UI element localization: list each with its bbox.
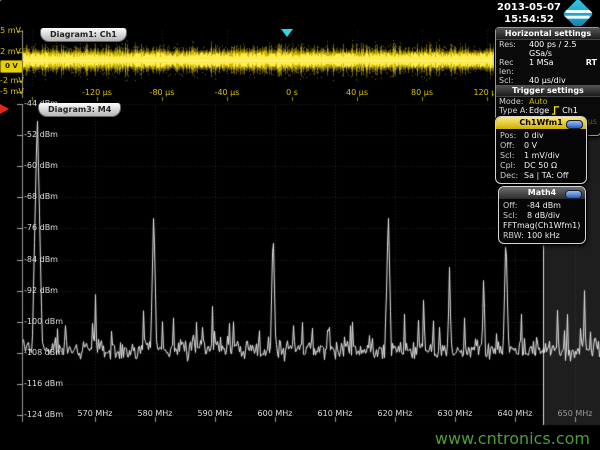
d1-y-label: -5 mV (0, 87, 21, 97)
trigger-position-marker-icon[interactable] (281, 29, 293, 37)
math4-panel: Math4 Off:-84 dBmScl:8 dB/divFFTmag(Ch1W… (498, 186, 586, 244)
d3-x-label-outside: 650 MHz (553, 409, 597, 419)
d1-x-label: -40 µs (205, 88, 249, 98)
ch1wfm1-row-value: DC 50 Ω (524, 161, 557, 170)
ch1wfm1-row-value: 0 div (524, 131, 544, 140)
trigger-mode-row[interactable]: Mode: Auto (496, 97, 600, 106)
d3-x-label: 620 MHz (373, 409, 417, 419)
d1-x-label: 40 µs (335, 88, 379, 98)
ch1wfm1-row-label: Pos: (500, 131, 524, 141)
ch1wfm1-row[interactable]: Cpl:DC 50 Ω (500, 161, 582, 171)
math4-row-label: RBW: (503, 231, 527, 241)
ch1wfm1-row-label: Off: (500, 141, 524, 151)
res-label: Res: (499, 40, 529, 58)
d1-x-label: -120 µs (75, 88, 119, 98)
ch1wfm1-panel-body: Pos:0 divOff:0 VScl:1 mV/divCpl:DC 50 ΩD… (496, 129, 586, 183)
d3-x-label: 580 MHz (133, 409, 177, 419)
d3-y-label: -84 dBm (24, 255, 58, 265)
trigger-mode-value: Auto (529, 97, 548, 106)
tab-diagram1[interactable]: Diagram1: Ch1 (40, 28, 127, 42)
reclen-label: Rec len: (499, 58, 529, 76)
ch1wfm1-row[interactable]: Dec:Sa | TA: Off (500, 171, 582, 181)
ch1wfm1-panel-header[interactable]: Ch1Wfm1 (496, 117, 586, 129)
ch1wfm1-row-value: 0 V (524, 141, 537, 150)
d3-y-label: -60 dBm (24, 161, 58, 171)
math4-row-label: Off: (503, 201, 527, 211)
d3-y-label: -92 dBm (24, 286, 58, 296)
ch1wfm1-row[interactable]: Scl:1 mV/div (500, 151, 582, 161)
math4-row-label: Scl: (503, 211, 527, 221)
math4-row-value: 8 dB/div (527, 211, 560, 220)
scl-label: Scl: (499, 76, 529, 85)
trigger-mode-label: Mode: (499, 97, 529, 106)
ch1-offset-marker[interactable]: 0 V (0, 60, 23, 73)
reclen-value: 1 MSa (529, 58, 554, 76)
d1-y-label: -2 mV (0, 76, 21, 86)
math4-row[interactable]: RBW:100 kHz (503, 231, 581, 241)
math4-row-value: 100 kHz (527, 231, 560, 240)
d3-x-label: 600 MHz (253, 409, 297, 419)
math4-row-value: FFTmag(Ch1Wfm1) (503, 221, 580, 230)
d3-y-label: -124 dBm (24, 410, 63, 420)
ch1wfm1-row-label: Dec: (500, 171, 524, 181)
timescale-row[interactable]: Scl: 40 µs/div (496, 76, 600, 85)
tab-diagram3[interactable]: Diagram3: M4 (38, 103, 121, 117)
d3-y-label: -100 dBm (24, 317, 63, 327)
scl-value: 40 µs/div (529, 76, 566, 85)
watermark-text: www.cntronics.com (435, 429, 590, 448)
d3-y-label: -52 dBm (24, 130, 58, 140)
math4-title: Math4 (528, 188, 556, 197)
header-time: 15:54:52 (492, 14, 566, 25)
math4-panel-body: Off:-84 dBmScl:8 dB/divFFTmag(Ch1Wfm1)RB… (499, 199, 585, 243)
d1-x-label: 0 s (270, 88, 314, 98)
reference-level-marker-icon[interactable] (0, 104, 9, 114)
ch1wfm1-enable-toggle[interactable] (566, 120, 583, 129)
d3-x-label: 630 MHz (433, 409, 477, 419)
header-date: 2013-05-07 (492, 2, 566, 13)
d3-x-label: 570 MHz (73, 409, 117, 419)
d3-y-label: -76 dBm (24, 223, 58, 233)
ch1wfm1-row-value: Sa | TA: Off (524, 171, 568, 180)
d3-y-label: -108 dBm (24, 348, 63, 358)
math4-row-value: -84 dBm (527, 201, 561, 210)
ch1wfm1-row-label: Cpl: (500, 161, 524, 171)
math4-row[interactable]: Scl:8 dB/div (503, 211, 581, 221)
d3-x-label: 610 MHz (313, 409, 357, 419)
math4-panel-header[interactable]: Math4 (499, 187, 585, 199)
ch1wfm1-row[interactable]: Off:0 V (500, 141, 582, 151)
ch1wfm1-panel: Ch1Wfm1 Pos:0 divOff:0 VScl:1 mV/divCpl:… (495, 116, 587, 184)
realtime-badge: RT (586, 58, 597, 76)
d1-y-label: 5 mV (0, 26, 21, 36)
oscilloscope-screen: 2013-05-07 15:54:52 Diagram1: Ch1 Diagra… (0, 0, 600, 450)
d1-x-label: 80 µs (400, 88, 444, 98)
math4-enable-toggle[interactable] (565, 190, 582, 199)
d3-y-label: -68 dBm (24, 192, 58, 202)
ch1wfm1-row[interactable]: Pos:0 div (500, 131, 582, 141)
ch1wfm1-row-value: 1 mV/div (524, 151, 560, 160)
ch1wfm1-row-label: Scl: (500, 151, 524, 161)
math4-row[interactable]: FFTmag(Ch1Wfm1) (503, 221, 581, 231)
d3-x-label: 590 MHz (193, 409, 237, 419)
ch1wfm1-title: Ch1Wfm1 (519, 118, 562, 127)
math4-row[interactable]: Off:-84 dBm (503, 201, 581, 211)
horizontal-settings-title[interactable]: Horizontal settings (496, 28, 600, 40)
trigger-settings-title[interactable]: Trigger settings (496, 85, 600, 97)
record-length-row[interactable]: Rec len: 1 MSa RT (496, 58, 600, 76)
res-value: 400 ps / 2.5 GSa/s (529, 40, 597, 58)
d1-x-label: -80 µs (140, 88, 184, 98)
d3-y-label: -116 dBm (24, 379, 63, 389)
d3-x-label: 640 MHz (493, 409, 537, 419)
resolution-row[interactable]: Res: 400 ps / 2.5 GSa/s (496, 40, 600, 58)
d1-y-label: 2 mV (0, 47, 21, 57)
